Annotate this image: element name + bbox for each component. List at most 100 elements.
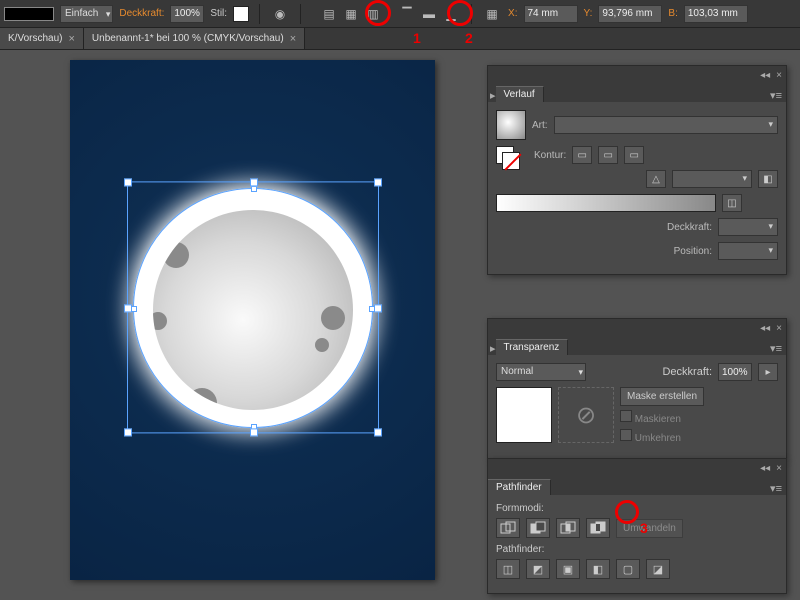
panel-menu-icon[interactable]: ▾≡ xyxy=(766,482,786,495)
opacity-flyout-icon[interactable]: ▸ xyxy=(758,363,778,381)
recolor-artwork-icon[interactable]: ◉ xyxy=(270,4,290,24)
selection-handle[interactable] xyxy=(250,428,258,436)
panel-controls: ◂◂ × xyxy=(488,66,786,84)
pathfinder-merge-icon[interactable]: ▣ xyxy=(556,559,580,579)
gradient-panel: ◂◂ × ▸ Verlauf ▾≡ Art: Kontur: ▭ ▭ ▭ △ ◧ xyxy=(487,65,787,275)
stroke-option-2[interactable]: ▭ xyxy=(598,146,618,164)
pathfinder-unite-icon[interactable] xyxy=(496,518,520,538)
panel-menu-icon[interactable]: ▾≡ xyxy=(766,342,786,355)
align-top-icon[interactable]: ▔ xyxy=(397,4,417,24)
y-label: Y: xyxy=(584,8,593,19)
make-mask-button[interactable]: Maske erstellen xyxy=(620,387,704,406)
pathfinder-divide-icon[interactable]: ◫ xyxy=(496,559,520,579)
gradient-tab[interactable]: Verlauf xyxy=(496,86,544,102)
stroke-profile-dropdown[interactable]: Einfach xyxy=(60,5,113,23)
stop-opacity-dropdown[interactable] xyxy=(718,218,778,236)
stop-position-dropdown[interactable] xyxy=(718,242,778,260)
expand-button[interactable]: Umwandeln xyxy=(616,519,683,538)
pathfinder-tab[interactable]: Pathfinder xyxy=(488,479,551,495)
stroke-swatch-none[interactable] xyxy=(502,152,520,170)
pathfinder-exclude-icon[interactable] xyxy=(586,518,610,538)
clip-checkbox-row: Maskieren xyxy=(620,410,704,425)
stroke-option-1[interactable]: ▭ xyxy=(572,146,592,164)
transform-icon[interactable]: ▦ xyxy=(482,4,502,24)
type-label: Art: xyxy=(532,120,548,131)
style-swatch[interactable] xyxy=(233,6,249,22)
annotation-num-2: 2 xyxy=(465,30,473,46)
panel-close-icon[interactable]: × xyxy=(776,463,782,474)
transparency-panel: ◂◂× ▸ Transparenz ▾≡ Normal Deckkraft: ▸… xyxy=(487,318,787,459)
opacity-label: Deckkraft: xyxy=(662,366,712,378)
object-thumbnail[interactable] xyxy=(496,387,552,443)
pathfinder-minusfront-icon[interactable] xyxy=(526,518,550,538)
tab-2[interactable]: Unbenannt-1* bei 100 % (CMYK/Vorschau) × xyxy=(84,28,305,49)
blend-mode-dropdown[interactable]: Normal xyxy=(496,363,586,381)
tab-1[interactable]: K/Vorschau) × xyxy=(0,28,84,49)
document-tabs: K/Vorschau) × Unbenannt-1* bei 100 % (CM… xyxy=(0,28,800,50)
stop-position-label: Position: xyxy=(656,246,712,257)
stroke-option-3[interactable]: ▭ xyxy=(624,146,644,164)
angle-dropdown[interactable] xyxy=(672,170,752,188)
tab-2-label: Unbenannt-1* bei 100 % (CMYK/Vorschau) xyxy=(92,33,284,44)
tab-1-close-icon[interactable]: × xyxy=(68,33,74,45)
panel-menu-icon[interactable]: ▾≡ xyxy=(766,89,786,102)
selection-handle[interactable] xyxy=(374,178,382,186)
align-hcenter-icon[interactable]: ▦ xyxy=(341,4,361,24)
pathfinder-ops-label: Pathfinder: xyxy=(496,544,778,555)
annotation-num-1: 1 xyxy=(413,30,421,46)
tab-2-close-icon[interactable]: × xyxy=(290,33,296,45)
style-label: Stil: xyxy=(210,8,227,19)
selection-handle[interactable] xyxy=(124,178,132,186)
pathfinder-panel: ◂◂ × Pathfinder ▾≡ Formmodi: Umwandeln Pa… xyxy=(487,458,787,594)
canvas-workspace[interactable] xyxy=(0,50,470,600)
selection-handle[interactable] xyxy=(124,304,132,312)
clip-checkbox[interactable] xyxy=(620,410,632,422)
align-left-icon[interactable]: ▤ xyxy=(319,4,339,24)
x-label: X: xyxy=(508,8,517,19)
annotation-num-3: 3 xyxy=(640,520,648,536)
selection-bounding-box xyxy=(127,181,379,433)
invert-checkbox-row: Umkehren xyxy=(620,429,704,444)
tab-1-label: K/Vorschau) xyxy=(8,33,62,44)
w-input[interactable] xyxy=(684,5,748,23)
selection-handle[interactable] xyxy=(124,428,132,436)
opacity-label: Deckkraft: xyxy=(119,8,164,19)
aspect-icon[interactable]: ◧ xyxy=(758,170,778,188)
panel-collapse-icon[interactable]: ◂◂ xyxy=(760,70,770,81)
transparency-tab[interactable]: Transparenz xyxy=(496,339,569,355)
stroke-preview[interactable] xyxy=(4,7,54,21)
align-group: ▤ ▦ ▥ xyxy=(319,4,383,24)
mask-thumbnail-empty[interactable]: ⊘ xyxy=(558,387,614,443)
control-bar: Einfach Deckkraft: Stil: ◉ ▤ ▦ ▥ ▔ ▬ ▁ ▦… xyxy=(0,0,800,28)
stop-opacity-label: Deckkraft: xyxy=(656,222,712,233)
pathfinder-trim-icon[interactable]: ◩ xyxy=(526,559,550,579)
panel-collapse-icon[interactable]: ◂◂ xyxy=(760,463,770,474)
gradient-slider[interactable] xyxy=(496,194,716,212)
x-input[interactable] xyxy=(524,5,578,23)
opacity-input[interactable] xyxy=(170,5,204,23)
transparency-opacity-input[interactable] xyxy=(718,363,752,381)
artboard[interactable] xyxy=(70,60,435,580)
pathfinder-crop-icon[interactable]: ◧ xyxy=(586,559,610,579)
pathfinder-outline-icon[interactable]: ▢ xyxy=(616,559,640,579)
selection-handle[interactable] xyxy=(250,178,258,186)
pathfinder-minusback-icon[interactable]: ◪ xyxy=(646,559,670,579)
panel-collapse-icon[interactable]: ◂◂ xyxy=(760,323,770,334)
w-label: B: xyxy=(668,8,677,19)
selection-handle[interactable] xyxy=(374,304,382,312)
gradient-preview[interactable] xyxy=(496,110,526,140)
y-input[interactable] xyxy=(598,5,662,23)
align-right-icon[interactable]: ▥ xyxy=(363,4,383,24)
shapemodes-label: Formmodi: xyxy=(496,503,778,514)
gradient-type-dropdown[interactable] xyxy=(554,116,778,134)
stroke-label: Kontur: xyxy=(534,150,566,161)
align-vcenter-icon[interactable]: ▬ xyxy=(419,4,439,24)
panel-close-icon[interactable]: × xyxy=(776,323,782,334)
invert-checkbox[interactable] xyxy=(620,429,632,441)
panel-close-icon[interactable]: × xyxy=(776,70,782,81)
angle-icon[interactable]: △ xyxy=(646,170,666,188)
gradient-reverse-icon[interactable]: ◫ xyxy=(722,194,742,212)
align-bottom-icon[interactable]: ▁ xyxy=(441,4,461,24)
selection-handle[interactable] xyxy=(374,428,382,436)
pathfinder-intersect-icon[interactable] xyxy=(556,518,580,538)
